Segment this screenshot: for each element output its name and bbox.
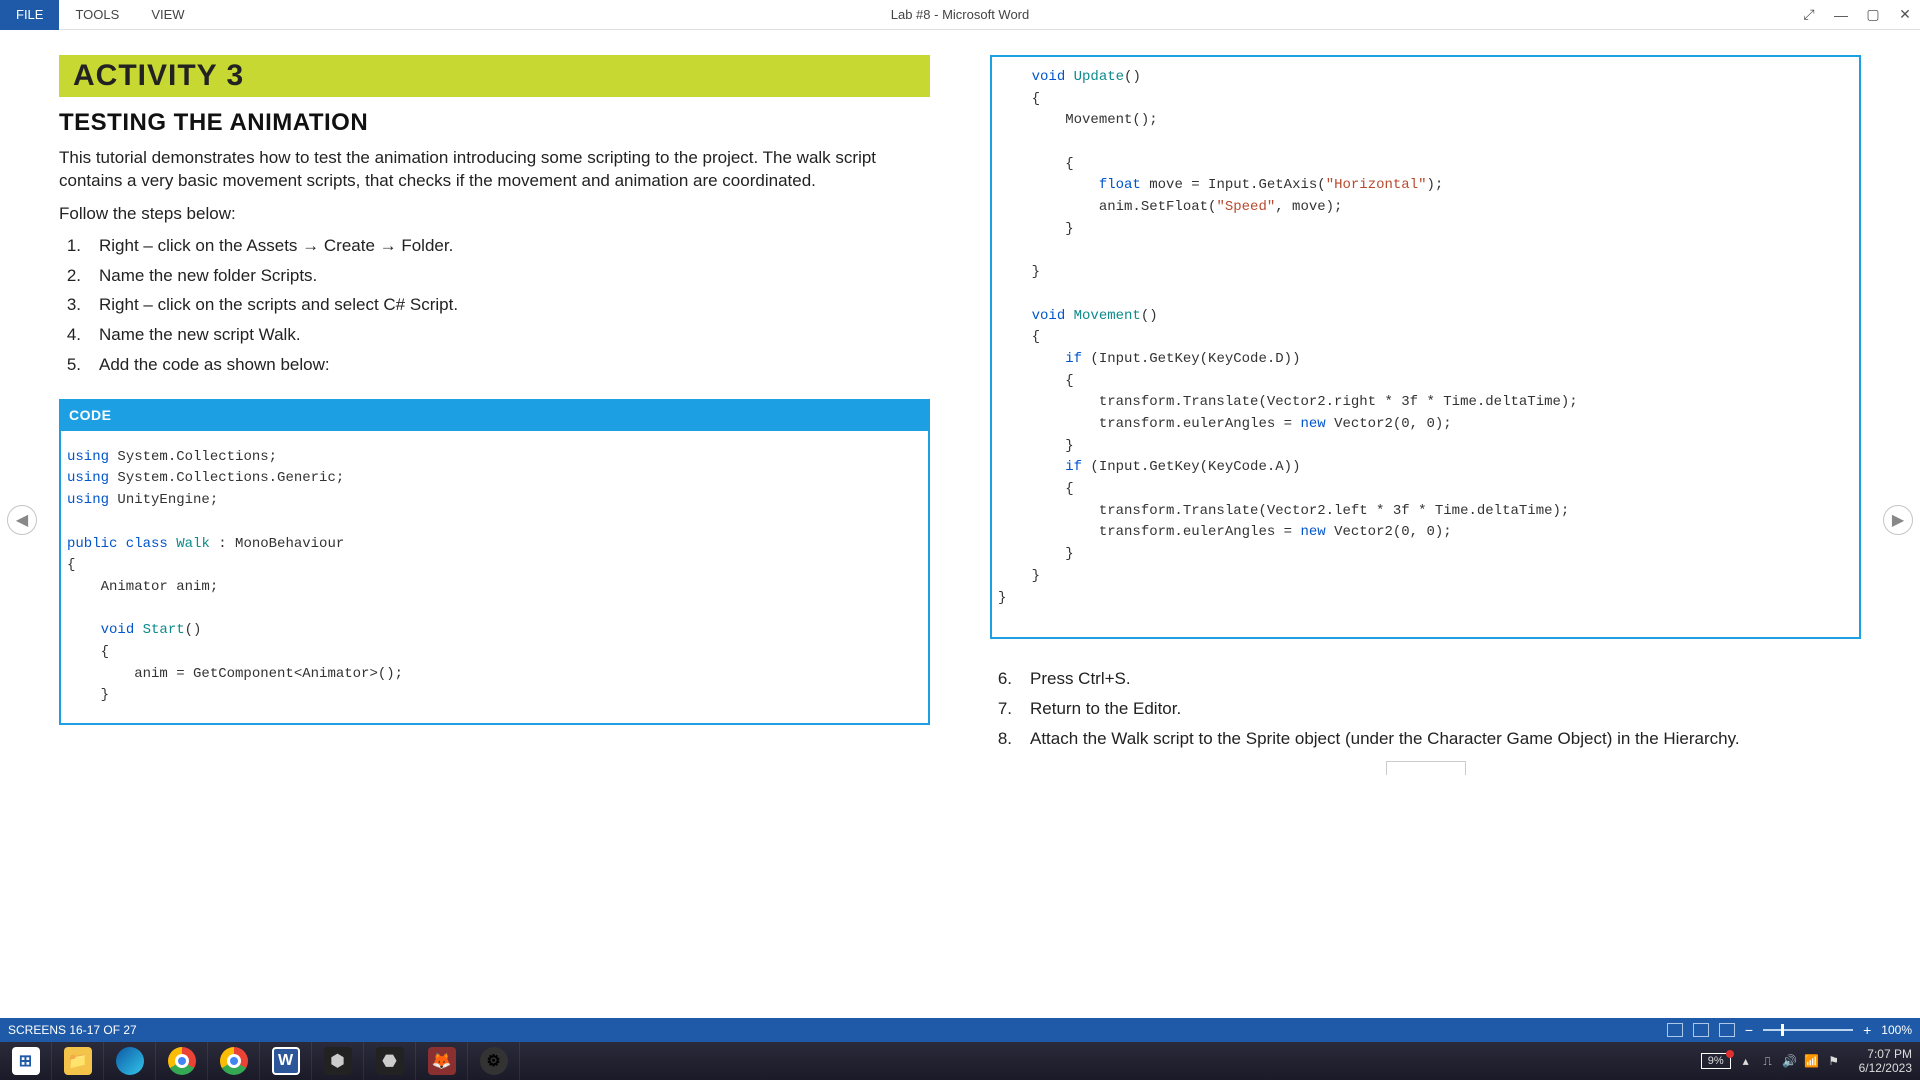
page-left: ACTIVITY 3 TESTING THE ANIMATION This tu… <box>59 55 930 1010</box>
step-number: 7. <box>990 697 1030 721</box>
step-text: Name the new script Walk. <box>99 323 930 347</box>
step-number: 4. <box>59 323 99 347</box>
code-header: CODE <box>59 399 930 431</box>
zoom-slider[interactable] <box>1763 1029 1853 1031</box>
app-icon[interactable]: 🦊 <box>416 1042 468 1080</box>
step-number: 5. <box>59 353 99 377</box>
page-nav-right: ▶ <box>1876 30 1920 1010</box>
maximize-icon[interactable]: ▢ <box>1866 8 1880 22</box>
tray-chevron-icon[interactable]: ▴ <box>1739 1054 1753 1068</box>
step-text: Add the code as shown below: <box>99 353 930 377</box>
tray-icon[interactable]: ⚑ <box>1827 1054 1841 1068</box>
zoom-out-button[interactable]: − <box>1745 1022 1753 1038</box>
steps-list-left: 1.Right – click on the Assets → Create →… <box>59 234 930 377</box>
step-number: 3. <box>59 293 99 317</box>
list-item: 4.Name the new script Walk. <box>59 323 930 347</box>
document-area: ◀ ACTIVITY 3 TESTING THE ANIMATION This … <box>0 30 1920 1010</box>
zoom-in-button[interactable]: + <box>1863 1022 1871 1038</box>
edge-icon[interactable] <box>104 1042 156 1080</box>
list-item: 7.Return to the Editor. <box>990 697 1861 721</box>
chrome-canary-icon[interactable] <box>208 1042 260 1080</box>
activity-banner: ACTIVITY 3 <box>59 55 930 97</box>
network-icon[interactable]: 📶 <box>1805 1054 1819 1068</box>
app-icon[interactable]: ⚙ <box>468 1042 520 1080</box>
unity-icon[interactable]: ⬣ <box>364 1042 416 1080</box>
clock-date: 6/12/2023 <box>1859 1061 1912 1075</box>
follow-text: Follow the steps below: <box>59 203 930 226</box>
unity-hub-icon[interactable]: ⬢ <box>312 1042 364 1080</box>
menu-tools[interactable]: TOOLS <box>59 0 135 30</box>
code-block-right: void Update() { Movement(); { float move… <box>990 55 1861 639</box>
view-mode-icon[interactable] <box>1667 1023 1683 1037</box>
clock[interactable]: 7:07 PM 6/12/2023 <box>1849 1047 1912 1076</box>
zoom-level: 100% <box>1881 1023 1912 1037</box>
battery-warning-icon <box>1726 1050 1734 1058</box>
step-text: Name the new folder Scripts. <box>99 264 930 288</box>
step-number: 1. <box>59 234 99 258</box>
menu-file[interactable]: FILE <box>0 0 59 30</box>
tray-icon[interactable]: ⎍ <box>1761 1054 1775 1068</box>
step-number: 6. <box>990 667 1030 691</box>
steps-list-right: 6.Press Ctrl+S. 7.Return to the Editor. … <box>990 667 1861 750</box>
window-title: Lab #8 - Microsoft Word <box>891 7 1029 22</box>
section-title: TESTING THE ANIMATION <box>59 109 930 137</box>
view-mode-icon[interactable] <box>1719 1023 1735 1037</box>
close-icon[interactable]: ✕ <box>1898 8 1912 22</box>
intro-text: This tutorial demonstrates how to test t… <box>59 147 930 193</box>
status-right: − + 100% <box>1667 1022 1912 1038</box>
fullscreen-icon[interactable]: ⤢ <box>1802 8 1816 22</box>
menu-view[interactable]: VIEW <box>135 0 200 30</box>
page-nav-left: ◀ <box>0 30 44 1010</box>
view-mode-icon[interactable] <box>1693 1023 1709 1037</box>
window-controls: ⤢ — ▢ ✕ <box>1802 8 1912 22</box>
pages-container: ACTIVITY 3 TESTING THE ANIMATION This tu… <box>44 30 1876 1010</box>
chrome-icon[interactable] <box>156 1042 208 1080</box>
file-explorer-icon[interactable]: 📁 <box>52 1042 104 1080</box>
next-page-button[interactable]: ▶ <box>1883 505 1913 535</box>
minimize-icon[interactable]: — <box>1834 8 1848 22</box>
battery-indicator[interactable]: 9% <box>1701 1053 1731 1069</box>
step-text: Return to the Editor. <box>1030 697 1861 721</box>
list-item: 8.Attach the Walk script to the Sprite o… <box>990 727 1861 751</box>
start-button[interactable]: ⊞ <box>0 1042 52 1080</box>
step-text: Right – click on the scripts and select … <box>99 293 930 317</box>
list-item: 6.Press Ctrl+S. <box>990 667 1861 691</box>
step-number: 8. <box>990 727 1030 751</box>
step-text: Attach the Walk script to the Sprite obj… <box>1030 727 1861 751</box>
step-text: Right – click on the Assets → Create → F… <box>99 234 930 258</box>
status-screens: SCREENS 16-17 OF 27 <box>8 1023 137 1037</box>
system-tray: 9% ▴ ⎍ 🔊 📶 ⚑ 7:07 PM 6/12/2023 <box>1701 1047 1920 1076</box>
clock-time: 7:07 PM <box>1859 1047 1912 1061</box>
prev-page-button[interactable]: ◀ <box>7 505 37 535</box>
page-right: void Update() { Movement(); { float move… <box>990 55 1861 1010</box>
menu-bar: FILE TOOLS VIEW Lab #8 - Microsoft Word … <box>0 0 1920 30</box>
list-item: 5.Add the code as shown below: <box>59 353 930 377</box>
code-block-left: using System.Collections; using System.C… <box>59 431 930 725</box>
taskbar: ⊞ 📁 W ⬢ ⬣ 🦊 ⚙ 9% ▴ ⎍ 🔊 📶 ⚑ 7:07 PM 6/12/… <box>0 1042 1920 1080</box>
page-break-indicator <box>1386 761 1466 775</box>
list-item: 2.Name the new folder Scripts. <box>59 264 930 288</box>
list-item: 1.Right – click on the Assets → Create →… <box>59 234 930 258</box>
step-number: 2. <box>59 264 99 288</box>
list-item: 3.Right – click on the scripts and selec… <box>59 293 930 317</box>
volume-icon[interactable]: 🔊 <box>1783 1054 1797 1068</box>
word-icon[interactable]: W <box>260 1042 312 1080</box>
status-bar: SCREENS 16-17 OF 27 − + 100% <box>0 1018 1920 1042</box>
step-text: Press Ctrl+S. <box>1030 667 1861 691</box>
